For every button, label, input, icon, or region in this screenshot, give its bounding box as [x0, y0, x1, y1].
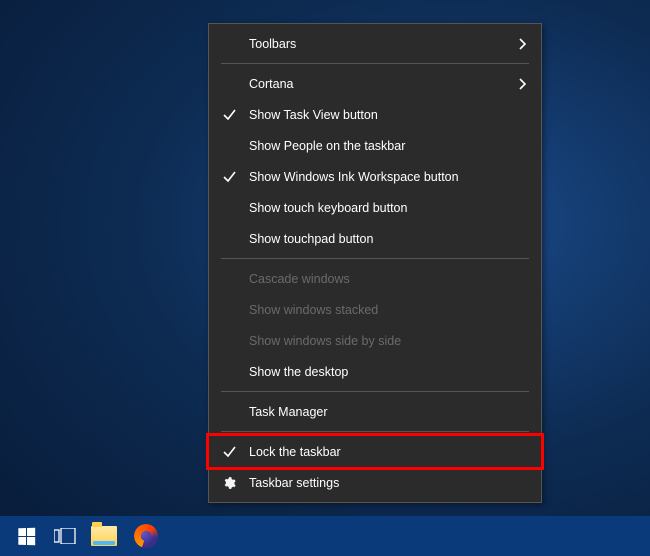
menu-item-label: Show Windows Ink Workspace button	[249, 170, 511, 184]
menu-item-show-touchpad-button[interactable]: Show touchpad button	[209, 223, 541, 254]
menu-item-label: Show touchpad button	[249, 232, 511, 246]
menu-separator	[221, 63, 529, 64]
menu-item-label: Show People on the taskbar	[249, 139, 511, 153]
menu-item-label: Show the desktop	[249, 365, 511, 379]
firefox-button[interactable]	[126, 516, 166, 556]
menu-item-label: Taskbar settings	[249, 476, 511, 490]
menu-item-lock-the-taskbar[interactable]: Lock the taskbar	[209, 436, 541, 467]
folder-icon	[91, 526, 117, 546]
menu-separator	[221, 391, 529, 392]
menu-item-show-the-desktop[interactable]: Show the desktop	[209, 356, 541, 387]
task-view-icon	[54, 528, 76, 544]
menu-item-show-touch-keyboard-button[interactable]: Show touch keyboard button	[209, 192, 541, 223]
firefox-icon	[134, 524, 158, 548]
menu-item-label: Toolbars	[249, 37, 511, 51]
check-icon	[209, 170, 249, 183]
taskbar-context-menu: Toolbars Cortana Show Task View button Show…	[208, 23, 542, 503]
menu-item-toolbars[interactable]: Toolbars	[209, 28, 541, 59]
chevron-right-icon	[511, 38, 527, 50]
menu-item-label: Show windows side by side	[249, 334, 511, 348]
menu-item-show-windows-side-by-side: Show windows side by side	[209, 325, 541, 356]
menu-item-show-people-on-the-taskbar[interactable]: Show People on the taskbar	[209, 130, 541, 161]
menu-item-label: Show windows stacked	[249, 303, 511, 317]
menu-item-cascade-windows: Cascade windows	[209, 263, 541, 294]
menu-separator	[221, 258, 529, 259]
menu-item-label: Cortana	[249, 77, 511, 91]
menu-item-taskbar-settings[interactable]: Taskbar settings	[209, 467, 541, 498]
menu-separator	[221, 431, 529, 432]
gear-icon	[209, 476, 249, 490]
chevron-right-icon	[511, 78, 527, 90]
menu-item-task-manager[interactable]: Task Manager	[209, 396, 541, 427]
menu-item-show-windows-ink-workspace-button[interactable]: Show Windows Ink Workspace button	[209, 161, 541, 192]
menu-item-cortana[interactable]: Cortana	[209, 68, 541, 99]
check-icon	[209, 445, 249, 458]
windows-logo-icon	[18, 527, 35, 545]
taskbar	[0, 516, 650, 556]
menu-item-show-windows-stacked: Show windows stacked	[209, 294, 541, 325]
menu-item-label: Lock the taskbar	[249, 445, 511, 459]
menu-item-label: Show touch keyboard button	[249, 201, 511, 215]
task-view-button[interactable]	[48, 516, 82, 556]
file-explorer-button[interactable]	[84, 516, 124, 556]
check-icon	[209, 108, 249, 121]
menu-item-show-task-view-button[interactable]: Show Task View button	[209, 99, 541, 130]
menu-item-label: Show Task View button	[249, 108, 511, 122]
menu-item-label: Task Manager	[249, 405, 511, 419]
start-button[interactable]	[6, 516, 46, 556]
menu-item-label: Cascade windows	[249, 272, 511, 286]
